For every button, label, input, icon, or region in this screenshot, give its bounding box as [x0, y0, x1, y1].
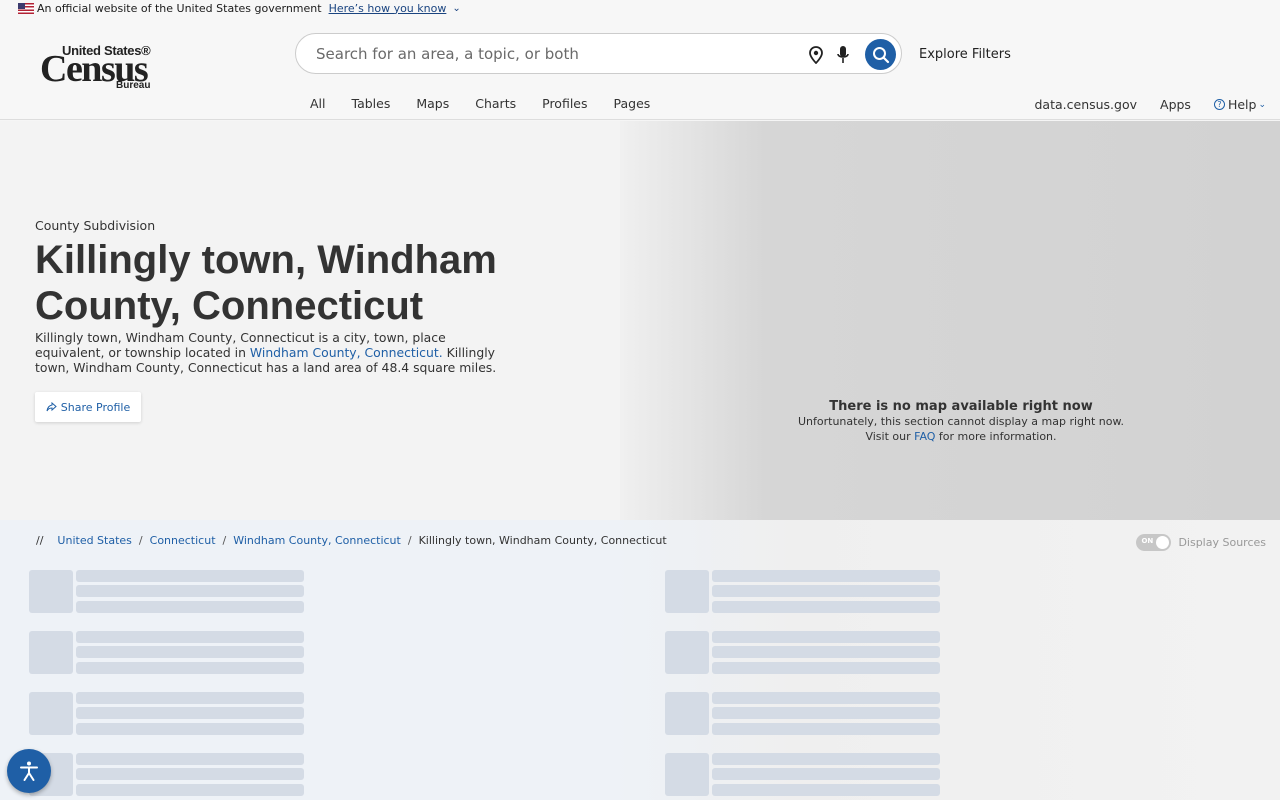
profile-hero: County Subdivision Killingly town, Windh… — [0, 121, 1280, 520]
tab-charts[interactable]: Charts — [475, 96, 516, 111]
skeleton-card — [29, 753, 309, 799]
skeleton-card — [665, 692, 945, 738]
utility-nav: data.census.gov Apps ? Help ⌄ — [1012, 97, 1267, 112]
search-button[interactable] — [865, 39, 896, 70]
chevron-down-icon[interactable]: ⌄ — [452, 3, 460, 14]
location-pin-icon[interactable] — [808, 46, 824, 64]
skeleton-card — [29, 570, 309, 616]
chevron-down-icon: ⌄ — [1258, 99, 1266, 110]
breadcrumb-current: Killingly town, Windham County, Connecti… — [418, 534, 667, 547]
tab-profiles[interactable]: Profiles — [542, 96, 587, 111]
toggle-switch[interactable]: ON — [1136, 534, 1172, 551]
skeleton-card — [29, 631, 309, 677]
skeleton-card — [665, 570, 945, 616]
accessibility-button[interactable] — [7, 749, 51, 793]
search-icon — [872, 46, 889, 63]
help-label: Help — [1227, 97, 1257, 112]
us-flag-icon — [18, 2, 34, 14]
page-title: Killingly town, Windham County, Connecti… — [35, 238, 497, 328]
toggle-state: ON — [1141, 537, 1154, 545]
faq-link[interactable]: FAQ — [914, 430, 935, 443]
no-map-heading: There is no map available right now — [829, 399, 1093, 414]
no-map-faq-line: Visit our FAQ for more information. — [865, 430, 1057, 443]
county-link[interactable]: Windham County, Connecticut. — [250, 345, 443, 360]
geography-type: County Subdivision — [35, 218, 156, 233]
profile-content: // United States / Connecticut / Windham… — [0, 520, 1280, 800]
search-bar — [295, 33, 902, 74]
tab-tables[interactable]: Tables — [352, 96, 391, 111]
apps-link[interactable]: Apps — [1160, 97, 1191, 112]
breadcrumb-connecticut[interactable]: Connecticut — [150, 534, 216, 547]
search-input[interactable] — [316, 44, 796, 64]
share-profile-button[interactable]: Share Profile — [35, 392, 141, 422]
map-panel — [620, 121, 1280, 520]
site-header: United States® Census Bureau Explore Fil… — [0, 16, 1280, 120]
skeleton-card — [665, 631, 945, 677]
data-census-link[interactable]: data.census.gov — [1035, 97, 1138, 112]
census-logo[interactable]: United States® Census Bureau — [40, 43, 156, 91]
display-sources-label: Display Sources — [1178, 536, 1266, 549]
accessibility-icon — [20, 761, 38, 781]
tab-maps[interactable]: Maps — [416, 96, 449, 111]
skeleton-card — [29, 692, 309, 738]
tab-pages[interactable]: Pages — [614, 96, 651, 111]
how-you-know-link[interactable]: Here’s how you know — [329, 2, 447, 15]
breadcrumb-united-states[interactable]: United States — [57, 534, 132, 547]
no-map-message: There is no map available right now Unfo… — [620, 399, 1280, 444]
skeleton-card — [665, 753, 945, 799]
breadcrumb-prefix: // — [36, 534, 44, 547]
help-menu[interactable]: ? Help ⌄ — [1213, 97, 1266, 112]
gov-banner-text: An official website of the United States… — [37, 1, 322, 15]
breadcrumb: // United States / Connecticut / Windham… — [36, 534, 667, 547]
share-profile-label: Share Profile — [60, 400, 131, 414]
share-icon — [46, 402, 57, 412]
result-tabs: All Tables Maps Charts Profiles Pages — [310, 96, 676, 111]
gov-banner: An official website of the United States… — [0, 0, 1280, 16]
no-map-text: Unfortunately, this section cannot displ… — [798, 415, 1124, 428]
tab-all[interactable]: All — [310, 96, 326, 111]
microphone-icon[interactable] — [836, 45, 850, 65]
explore-filters-button[interactable]: Explore Filters — [919, 47, 1011, 62]
profile-description: Killingly town, Windham County, Connecti… — [35, 330, 497, 375]
breadcrumb-windham-county[interactable]: Windham County, Connecticut — [233, 534, 401, 547]
help-icon: ? — [1213, 99, 1225, 110]
display-sources-toggle[interactable]: ON Display Sources — [1136, 534, 1266, 551]
